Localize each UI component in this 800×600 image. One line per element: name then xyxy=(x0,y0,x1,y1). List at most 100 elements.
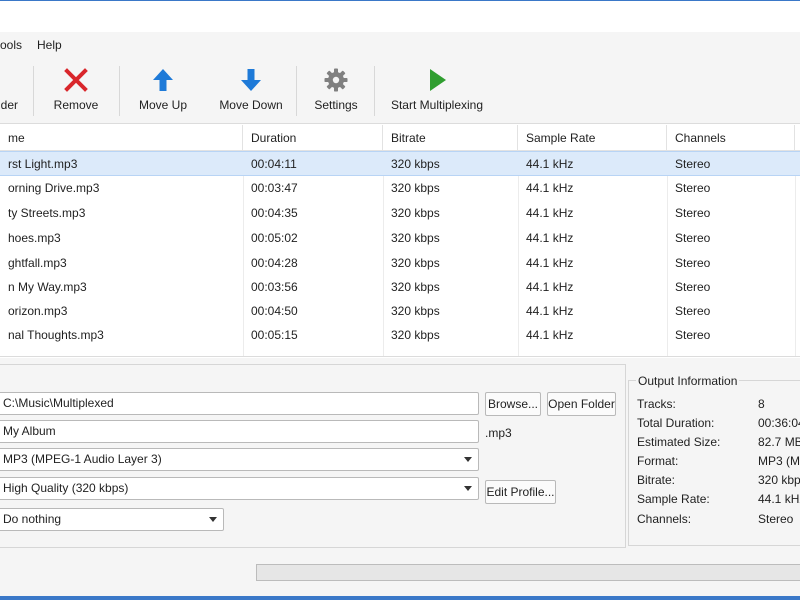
table-row[interactable]: nal Thoughts.mp3 00:05:15 320 kbps 44.1 … xyxy=(0,323,800,348)
column-header-bitrate[interactable]: Bitrate xyxy=(383,125,518,151)
after-completion-select[interactable]: Do nothing xyxy=(0,508,224,531)
move-up-label: Move Up xyxy=(138,98,188,112)
table-row[interactable]: ghtfall.mp3 00:04:28 320 kbps 44.1 kHz S… xyxy=(0,251,800,276)
cell-channels: Stereo xyxy=(675,157,711,171)
toolbar-separator xyxy=(33,66,34,116)
open-folder-button[interactable]: Open Folder xyxy=(547,392,616,416)
table-row[interactable]: orning Drive.mp3 00:03:47 320 kbps 44.1 … xyxy=(0,176,800,201)
column-header-sample-rate[interactable]: Sample Rate xyxy=(518,125,667,151)
cell-name: hoes.mp3 xyxy=(8,231,61,245)
cell-bitrate: 320 kbps xyxy=(391,231,440,245)
remove-label: Remove xyxy=(53,98,99,112)
column-header-duration[interactable]: Duration xyxy=(243,125,383,151)
column-header-name[interactable]: me xyxy=(0,125,243,151)
cell-channels: Stereo xyxy=(675,256,711,270)
chevron-down-icon xyxy=(209,517,217,522)
cell-duration: 00:04:28 xyxy=(251,256,298,270)
cell-channels: Stereo xyxy=(675,231,711,245)
add-folder-label: der xyxy=(0,98,18,112)
cell-sample-rate: 44.1 kHz xyxy=(526,157,574,171)
window-bottom-edge xyxy=(0,596,800,600)
progress-bar xyxy=(256,564,800,581)
cell-channels: Stereo xyxy=(675,206,711,220)
track-list[interactable]: me Duration Bitrate Sample Rate Channels… xyxy=(0,125,800,357)
cell-bitrate: 320 kbps xyxy=(391,256,440,270)
settings-label: Settings xyxy=(314,98,358,112)
cell-bitrate: 320 kbps xyxy=(391,157,440,171)
info-value: 00:36:04 xyxy=(758,416,800,430)
format-select[interactable]: MP3 (MPEG-1 Audio Layer 3) xyxy=(0,448,479,471)
profile-select-value: High Quality (320 kbps) xyxy=(3,481,129,495)
cell-bitrate: 320 kbps xyxy=(391,181,440,195)
cell-channels: Stereo xyxy=(675,280,711,294)
cell-name: orning Drive.mp3 xyxy=(8,181,100,195)
output-folder-input[interactable]: C:\Music\Multiplexed xyxy=(0,392,479,415)
edit-profile-button[interactable]: Edit Profile... xyxy=(485,480,556,504)
table-row[interactable]: ty Streets.mp3 00:04:35 320 kbps 44.1 kH… xyxy=(0,201,800,226)
play-icon xyxy=(430,69,446,91)
cell-name: ghtfall.mp3 xyxy=(8,256,67,270)
info-label: Channels: xyxy=(637,512,692,526)
move-down-button[interactable]: Move Down xyxy=(214,58,288,124)
cell-bitrate: 320 kbps xyxy=(391,206,440,220)
info-label: Sample Rate: xyxy=(637,492,710,506)
move-up-button[interactable]: Move Up xyxy=(132,58,194,124)
cell-sample-rate: 44.1 kHz xyxy=(526,328,574,342)
cell-duration: 00:05:02 xyxy=(251,231,298,245)
toolbar-separator xyxy=(374,66,375,116)
profile-select[interactable]: High Quality (320 kbps) xyxy=(0,477,479,500)
info-label: Bitrate: xyxy=(637,473,676,487)
after-completion-value: Do nothing xyxy=(3,512,62,526)
cell-name: n My Way.mp3 xyxy=(8,280,87,294)
table-row[interactable]: n My Way.mp3 00:03:56 320 kbps 44.1 kHz … xyxy=(0,275,800,300)
cell-channels: Stereo xyxy=(675,328,711,342)
move-down-label: Move Down xyxy=(219,98,283,112)
add-folder-button[interactable]: der xyxy=(0,58,30,124)
format-select-value: MP3 (MPEG-1 Audio Layer 3) xyxy=(3,452,162,466)
cell-bitrate: 320 kbps xyxy=(391,328,440,342)
cell-sample-rate: 44.1 kHz xyxy=(526,206,574,220)
cell-sample-rate: 44.1 kHz xyxy=(526,280,574,294)
cell-channels: Stereo xyxy=(675,181,711,195)
menu-help[interactable]: Help xyxy=(37,38,62,52)
chevron-down-icon xyxy=(464,457,472,462)
output-filename-input[interactable]: My Album xyxy=(0,420,479,443)
settings-button[interactable]: Settings xyxy=(308,58,364,124)
toolbar-separator xyxy=(296,66,297,116)
info-label: Tracks: xyxy=(637,397,676,411)
table-row[interactable]: orizon.mp3 00:04:50 320 kbps 44.1 kHz St… xyxy=(0,299,800,324)
cell-name: ty Streets.mp3 xyxy=(8,206,86,220)
remove-button[interactable]: Remove xyxy=(46,58,106,124)
output-information-title: Output Information xyxy=(636,374,740,388)
info-label: Format: xyxy=(637,454,679,468)
info-value: 82.7 MB xyxy=(758,435,800,449)
cell-duration: 00:04:11 xyxy=(251,157,297,171)
info-label: Total Duration: xyxy=(637,416,715,430)
start-multiplexing-button[interactable]: Start Multiplexing xyxy=(386,58,488,124)
cell-duration: 00:03:56 xyxy=(251,280,298,294)
arrow-up-icon xyxy=(153,69,173,91)
remove-icon xyxy=(64,68,88,92)
cell-name: rst Light.mp3 xyxy=(8,157,78,171)
info-label: Estimated Size: xyxy=(637,435,721,449)
chevron-down-icon xyxy=(464,486,472,491)
info-value: 320 kbps xyxy=(758,473,800,487)
menu-tools[interactable]: ools xyxy=(0,38,22,52)
info-value: MP3 (MPE xyxy=(758,454,800,468)
cell-sample-rate: 44.1 kHz xyxy=(526,304,574,318)
cell-name: orizon.mp3 xyxy=(8,304,68,318)
table-row[interactable]: rst Light.mp3 00:04:11 320 kbps 44.1 kHz… xyxy=(0,151,800,176)
column-header-channels[interactable]: Channels xyxy=(667,125,795,151)
browse-button[interactable]: Browse... xyxy=(485,392,541,416)
toolbar-separator xyxy=(119,66,120,116)
file-extension-label: .mp3 xyxy=(485,426,512,440)
start-multiplexing-label: Start Multiplexing xyxy=(390,98,484,112)
menu-bar: ools Help xyxy=(0,32,800,58)
cell-duration: 00:05:15 xyxy=(251,328,298,342)
info-value: 8 xyxy=(758,397,765,411)
cell-duration: 00:03:47 xyxy=(251,181,298,195)
cell-bitrate: 320 kbps xyxy=(391,280,440,294)
table-row[interactable]: hoes.mp3 00:05:02 320 kbps 44.1 kHz Ster… xyxy=(0,226,800,251)
title-bar xyxy=(0,0,800,32)
cell-name: nal Thoughts.mp3 xyxy=(8,328,104,342)
